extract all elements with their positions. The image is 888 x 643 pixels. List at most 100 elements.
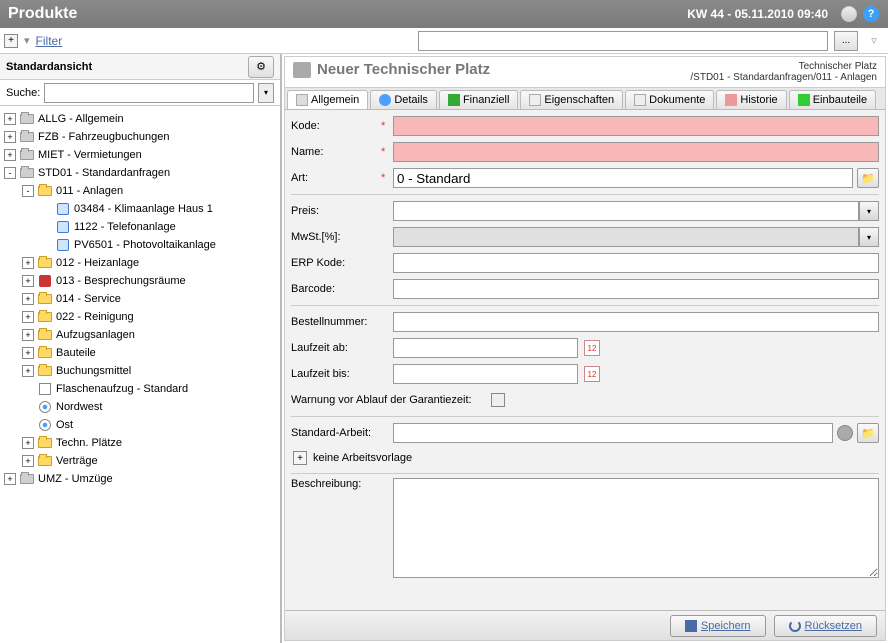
tree-expander[interactable]: + <box>4 131 16 143</box>
tree-expander[interactable]: + <box>22 437 34 449</box>
erp-label: ERP Kode: <box>291 257 381 269</box>
folder-grey-icon <box>20 149 34 161</box>
tree-item[interactable]: + MIET - Vermietungen <box>0 146 280 164</box>
tab-allgemein[interactable]: Allgemein <box>287 90 368 109</box>
tree-item[interactable]: +ALLG - Allgemein <box>0 110 280 128</box>
tree-expander[interactable]: - <box>4 167 16 179</box>
tab-details[interactable]: Details <box>370 90 437 109</box>
folder-icon: 📁 <box>861 172 875 185</box>
tree-item[interactable]: -011 - Anlagen <box>0 182 280 200</box>
search-label: Suche: <box>6 87 40 99</box>
beschreibung-textarea[interactable] <box>393 478 879 578</box>
tree-item-label: PV6501 - Photovoltaikanlage <box>74 239 216 251</box>
tree-item[interactable]: +013 - Besprechungsräume <box>0 272 280 290</box>
tab-einbauteile[interactable]: Einbauteile <box>789 90 876 109</box>
filter-toggle[interactable]: + <box>4 34 18 48</box>
bestellnummer-input[interactable] <box>393 312 879 332</box>
tab-dokumente[interactable]: Dokumente <box>625 90 714 109</box>
tree-expander[interactable]: + <box>22 455 34 467</box>
search-dropdown[interactable]: ▾ <box>258 83 274 103</box>
tree-item[interactable]: Nordwest <box>0 398 280 416</box>
globe-icon[interactable] <box>840 5 858 23</box>
tree-item[interactable]: +Techn. Plätze <box>0 434 280 452</box>
app-title: Produkte <box>8 5 687 23</box>
art-picker-button[interactable]: 📁 <box>857 168 879 188</box>
reset-label: Rücksetzen <box>805 620 862 632</box>
laufzeit-ab-input[interactable] <box>393 338 578 358</box>
tree-item[interactable]: +Verträge <box>0 452 280 470</box>
header-date: KW 44 - 05.11.2010 09:40 <box>687 7 828 21</box>
search-input[interactable] <box>44 83 254 103</box>
breadcrumb-type: Technischer Platz <box>690 61 877 72</box>
tree-item[interactable]: +012 - Heizanlage <box>0 254 280 272</box>
filter-input[interactable] <box>418 31 828 51</box>
tree-expander[interactable]: + <box>4 113 16 125</box>
tree-expander[interactable]: + <box>22 329 34 341</box>
laufzeit-ab-calendar-icon[interactable]: 12 <box>584 340 600 356</box>
filter-funnel-icon[interactable]: ▿ <box>864 31 884 51</box>
tree-item[interactable]: +Bauteile <box>0 344 280 362</box>
tree-item[interactable]: Ost <box>0 416 280 434</box>
sidebar-settings-button[interactable]: ⚙ <box>248 56 274 78</box>
chart-icon <box>38 383 52 395</box>
clear-icon[interactable] <box>837 425 853 441</box>
standard-arbeit-input[interactable] <box>393 423 833 443</box>
warnung-checkbox[interactable] <box>491 393 505 407</box>
tree-expander[interactable]: + <box>4 473 16 485</box>
tree-expander[interactable]: + <box>22 275 34 287</box>
tree-item[interactable]: 1122 - Telefonanlage <box>0 218 280 236</box>
tree-expander[interactable]: + <box>22 347 34 359</box>
tree-item-label: 022 - Reinigung <box>56 311 134 323</box>
tree-item[interactable]: +Aufzugsanlagen <box>0 326 280 344</box>
folder-yellow-icon <box>38 347 52 359</box>
preis-input[interactable] <box>393 201 859 221</box>
erp-input[interactable] <box>393 253 879 273</box>
tab-historie[interactable]: Historie <box>716 90 786 109</box>
tab-eigenschaften[interactable]: Eigenschaften <box>520 90 623 109</box>
tree-item[interactable]: Flaschenaufzug - Standard <box>0 380 280 398</box>
filter-link[interactable]: Filter <box>36 34 63 48</box>
laufzeit-bis-calendar-icon[interactable]: 12 <box>584 366 600 382</box>
tab-label: Details <box>394 94 428 106</box>
tree-item[interactable]: -STD01 - Standardanfragen <box>0 164 280 182</box>
tree-expander[interactable]: + <box>22 257 34 269</box>
tree-item[interactable]: +Buchungsmittel <box>0 362 280 380</box>
arbeitsvorlage-label: keine Arbeitsvorlage <box>313 452 412 464</box>
tree-expander[interactable]: + <box>22 365 34 377</box>
tab-label: Allgemein <box>311 94 359 106</box>
mwst-dropdown[interactable]: ▾ <box>859 227 879 247</box>
filter-lookup-button[interactable]: ... <box>834 31 858 51</box>
arbeitsvorlage-toggle[interactable]: + <box>293 451 307 465</box>
tree-item[interactable]: +022 - Reinigung <box>0 308 280 326</box>
breadcrumb-path: /STD01 - Standardanfragen/011 - Anlagen <box>690 72 877 83</box>
tree-expander[interactable]: + <box>22 311 34 323</box>
tree-item[interactable]: +014 - Service <box>0 290 280 308</box>
kode-input[interactable] <box>393 116 879 136</box>
tree-item[interactable]: +UMZ - Umzüge <box>0 470 280 488</box>
laufzeit-bis-input[interactable] <box>393 364 578 384</box>
mwst-input[interactable] <box>393 227 859 247</box>
name-input[interactable] <box>393 142 879 162</box>
folder-yellow-icon <box>38 311 52 323</box>
art-input[interactable] <box>393 168 853 188</box>
folder-yellow-icon <box>38 293 52 305</box>
filter-bar: + ▾ Filter ... ▿ <box>0 28 888 54</box>
help-icon[interactable]: ? <box>862 5 880 23</box>
reset-button[interactable]: Rücksetzen <box>774 615 877 637</box>
gears-icon: ⚙ <box>256 60 266 73</box>
save-button[interactable]: Speichern <box>670 615 766 637</box>
tree-item[interactable]: PV6501 - Photovoltaikanlage <box>0 236 280 254</box>
tree-item[interactable]: 03484 - Klimaanlage Haus 1 <box>0 200 280 218</box>
standard-arbeit-picker-button[interactable]: 📁 <box>857 423 879 443</box>
tab-finanziell[interactable]: Finanziell <box>439 90 518 109</box>
folder-yellow-icon <box>38 185 52 197</box>
preis-dropdown[interactable]: ▾ <box>859 201 879 221</box>
tree-item-label: MIET - Vermietungen <box>38 149 142 161</box>
footer: Speichern Rücksetzen <box>285 610 885 640</box>
tree-expander[interactable]: + <box>22 293 34 305</box>
barcode-input[interactable] <box>393 279 879 299</box>
tree-expander[interactable]: + <box>4 149 16 161</box>
tree-expander[interactable]: - <box>22 185 34 197</box>
tree-item[interactable]: +FZB - Fahrzeugbuchungen <box>0 128 280 146</box>
tab-icon <box>529 94 541 106</box>
